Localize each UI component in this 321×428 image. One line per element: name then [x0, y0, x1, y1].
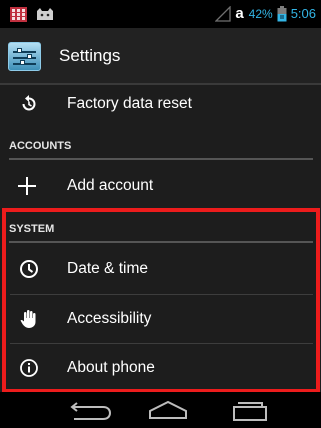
section-header-label: SYSTEM [9, 223, 55, 235]
signal-icon [215, 6, 231, 22]
battery-percent: 42% [248, 7, 273, 21]
list-item-accessibility[interactable]: Accessibility [0, 296, 321, 342]
navigation-bar [0, 392, 321, 428]
info-icon [20, 359, 38, 377]
recents-icon [233, 402, 267, 421]
home-icon [149, 400, 187, 419]
list-item-date-time[interactable]: Date & time [0, 246, 321, 292]
list-divider [10, 343, 313, 344]
item-label: Add account [67, 177, 154, 194]
sim-icon [277, 6, 287, 22]
section-header-label: ACCOUNTS [9, 140, 72, 152]
section-header-system: SYSTEM [9, 215, 313, 243]
item-label: Date & time [67, 260, 148, 277]
recents-button[interactable] [222, 396, 278, 424]
home-button[interactable] [140, 396, 196, 424]
factory-reset-icon [22, 95, 36, 111]
list-divider [10, 294, 313, 295]
carrier-glyph: a [235, 5, 244, 22]
action-bar: Settings [0, 28, 321, 85]
plus-icon [18, 177, 36, 195]
android-screen: a 42% 5:06 Settings Factory data reset A… [0, 0, 321, 428]
item-label: About phone [67, 359, 155, 376]
back-icon [70, 402, 112, 420]
section-divider [9, 241, 313, 243]
status-indicators: a 42% 5:06 [215, 4, 316, 24]
list-item-add-account[interactable]: Add account [0, 162, 321, 208]
notification-icons [10, 6, 54, 22]
settings-app-icon[interactable] [8, 42, 41, 71]
section-divider [9, 158, 313, 160]
hand-icon [20, 310, 36, 328]
list-item-about-phone[interactable]: About phone [0, 345, 321, 391]
item-label: Factory data reset [67, 95, 192, 112]
page-title: Settings [59, 46, 121, 65]
list-item-factory-reset[interactable]: Factory data reset [0, 81, 321, 127]
calendar-icon [10, 6, 27, 22]
clock-icon [20, 260, 38, 278]
clock-time: 5:06 [290, 6, 316, 21]
cat-notification-icon [37, 8, 53, 20]
status-bar: a 42% 5:06 [0, 0, 321, 28]
section-header-accounts: ACCOUNTS [9, 132, 313, 160]
back-button[interactable] [63, 396, 119, 424]
item-label: Accessibility [67, 310, 152, 327]
